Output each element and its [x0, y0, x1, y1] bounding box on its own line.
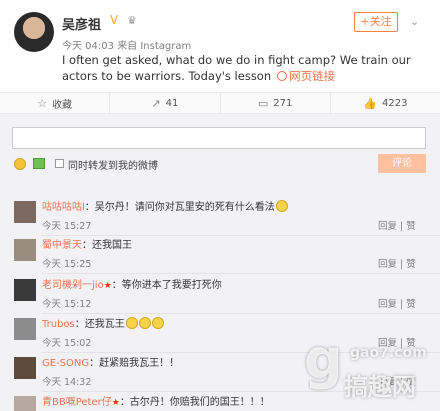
comment-text: ：还我国王 [82, 240, 132, 251]
smiley-emoji-icon [125, 317, 138, 329]
commenter-avatar[interactable] [14, 239, 36, 261]
comment-time: 今天 15:02 [42, 338, 92, 349]
commenter-avatar[interactable] [14, 201, 36, 223]
like-count: 4223 [382, 97, 408, 109]
comment-text: ：赶紧赔我瓦王！！ [89, 358, 180, 369]
comment-count: 271 [273, 97, 293, 109]
chevron-down-icon[interactable]: ⌄ [410, 15, 419, 28]
comment-time: 今天 15:25 [42, 259, 92, 270]
submit-comment-button[interactable]: 评论 [378, 154, 426, 173]
favorite-label: 收藏 [52, 99, 73, 111]
comment-icon: ▭ [257, 96, 269, 110]
comment-body: 蜀中景天：还我国王 [42, 238, 352, 253]
reply-button[interactable]: 回复 [378, 259, 397, 270]
comment-actions: 回复 | 赞 [375, 296, 416, 310]
comment-time: 今天 14:32 [42, 377, 92, 388]
star-icon: ☆ [37, 96, 48, 110]
smiley-emoji-icon [151, 317, 164, 329]
author-name[interactable]: 吴彦祖 [62, 14, 101, 33]
repost-button[interactable]: ↗ 41 [110, 93, 221, 113]
commenter-name[interactable]: 老司機剁一jio [42, 280, 104, 291]
commenter-name[interactable]: 咕咕咕咕l [42, 202, 85, 213]
verified-icon: V [110, 13, 119, 27]
watermark-site: gao7.com [350, 345, 427, 361]
separator: | [400, 259, 404, 270]
weibo-post: 吴彦祖 V ♛ +关注 ⌄ 今天 04:03 来自 Instagram I of… [0, 0, 440, 90]
commenter-name[interactable]: 蜀中景天 [42, 240, 82, 251]
author-avatar[interactable] [14, 12, 54, 52]
action-bar: ☆ 收藏 ↗ 41 ▭ 271 👍 4223 [0, 92, 440, 114]
repost-icon: ↗ [151, 96, 161, 110]
emoji-icon[interactable] [14, 158, 26, 170]
comment-item: 蜀中景天：还我国王今天 15:25 回复 | 赞 [0, 230, 440, 274]
comment-text: ：吴尔丹！请问你对瓦里安的死有什么看法 [84, 202, 275, 213]
watermark: g gao7.com 搞趣网 [292, 325, 438, 411]
vip-icon: ♛ [127, 14, 137, 27]
commenter-name[interactable]: Trubos [42, 319, 75, 330]
repost-count: 41 [165, 97, 179, 109]
comment-text: ：古尔丹！你赔我们的国王！！！ [119, 397, 270, 408]
like-button[interactable]: 👍 4223 [331, 93, 440, 113]
link-icon [277, 71, 288, 81]
follow-button[interactable]: +关注 [354, 12, 398, 32]
favorite-button[interactable]: ☆ 收藏 [0, 93, 111, 113]
watermark-brand: 搞趣网 [344, 373, 416, 401]
post-text: I often get asked, what do we do in figh… [62, 53, 411, 83]
comment-input[interactable] [12, 127, 426, 149]
image-icon[interactable] [33, 158, 45, 169]
commenter-avatar[interactable] [14, 279, 36, 301]
comment-composer: 同时转发到我的微博 评论 [0, 114, 440, 184]
commenter-name[interactable]: GE-SONG [42, 358, 89, 369]
commenter-name[interactable]: 青BB嘅Peter仔 [42, 397, 112, 408]
member-badge-icon: ★ [103, 281, 112, 291]
post-meta: 今天 04:03 来自 Instagram [62, 41, 192, 52]
web-link[interactable]: 网页链接 [289, 69, 335, 83]
comment-time: 今天 15:12 [42, 299, 92, 310]
member-badge-icon: ★ [111, 398, 120, 408]
commenter-avatar[interactable] [14, 357, 36, 379]
comment-body: 老司機剁一jio★：等你进本了我要打死你 [42, 278, 352, 294]
smiley-emoji-icon [138, 317, 151, 329]
comment-button[interactable]: ▭ 271 [221, 93, 331, 113]
comment-actions: 回复 | 赞 [375, 256, 416, 270]
watermark-glyph: g [304, 328, 343, 391]
thumbs-up-icon: 👍 [363, 96, 377, 110]
comment-item: 老司機剁一jio★：等你进本了我要打死你今天 15:12 回复 | 赞 [0, 270, 440, 314]
comment-text: ：还我瓦王 [74, 319, 125, 330]
comment-body: 咕咕咕咕l：吴尔丹！请问你对瓦里安的死有什么看法 [42, 200, 352, 215]
smiley-emoji-icon [275, 200, 288, 212]
commenter-avatar[interactable] [14, 318, 36, 340]
comment-like-button[interactable]: 赞 [406, 259, 416, 270]
comment-text: ：等你进本了我要打死你 [111, 280, 222, 291]
commenter-avatar[interactable] [14, 396, 36, 411]
post-content: I often get asked, what do we do in figh… [62, 52, 412, 84]
repost-checkbox-label: 同时转发到我的微博 [68, 161, 158, 172]
repost-checkbox[interactable] [55, 159, 64, 168]
